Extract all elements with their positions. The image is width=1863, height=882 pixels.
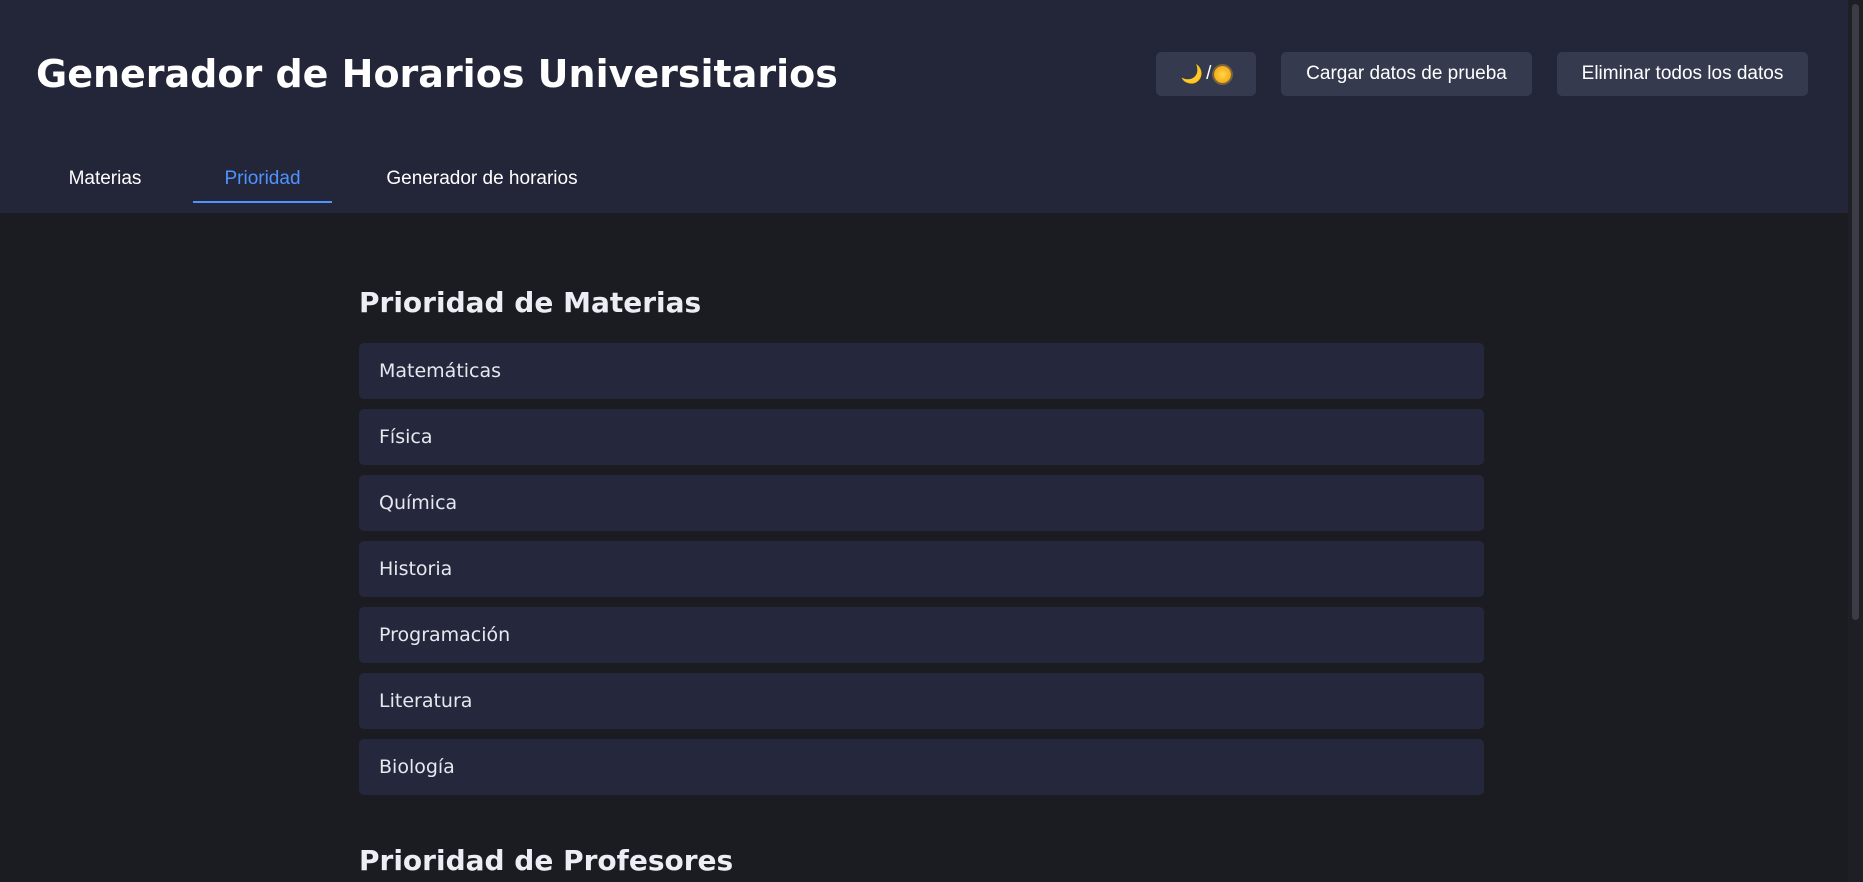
tab-prioridad[interactable]: Prioridad — [193, 155, 332, 203]
subject-priority-item[interactable]: Química — [359, 475, 1484, 531]
main-tabs: Materias Prioridad Generador de horarios — [0, 155, 1848, 203]
moon-icon: 🌙 — [1180, 63, 1204, 84]
theme-separator: / — [1206, 63, 1212, 84]
subject-priority-item[interactable]: Literatura — [359, 673, 1484, 729]
subjects-priority-list: Matemáticas Física Química Historia Prog… — [359, 343, 1484, 805]
load-test-data-button[interactable]: Cargar datos de prueba — [1281, 52, 1532, 96]
app-page: Generador de Horarios Universitarios 🌙 /… — [0, 0, 1863, 882]
subject-priority-item[interactable]: Biología — [359, 739, 1484, 795]
subject-priority-item[interactable]: Física — [359, 409, 1484, 465]
page-title: Generador de Horarios Universitarios — [36, 52, 838, 96]
subjects-priority-title: Prioridad de Materias — [359, 286, 702, 319]
app-header: Generador de Horarios Universitarios 🌙 /… — [0, 0, 1848, 213]
subject-priority-item[interactable]: Matemáticas — [359, 343, 1484, 399]
sun-icon — [1214, 65, 1232, 83]
tab-materias[interactable]: Materias — [42, 155, 168, 203]
subject-priority-item[interactable]: Historia — [359, 541, 1484, 597]
page-scrollbar[interactable] — [1848, 0, 1863, 882]
subject-priority-item[interactable]: Programación — [359, 607, 1484, 663]
teachers-priority-title: Prioridad de Profesores — [359, 844, 734, 877]
delete-all-data-button[interactable]: Eliminar todos los datos — [1557, 52, 1808, 96]
theme-toggle-button[interactable]: 🌙 / — [1156, 52, 1256, 96]
scrollbar-thumb[interactable] — [1852, 4, 1859, 620]
tab-generador-horarios[interactable]: Generador de horarios — [357, 155, 607, 203]
